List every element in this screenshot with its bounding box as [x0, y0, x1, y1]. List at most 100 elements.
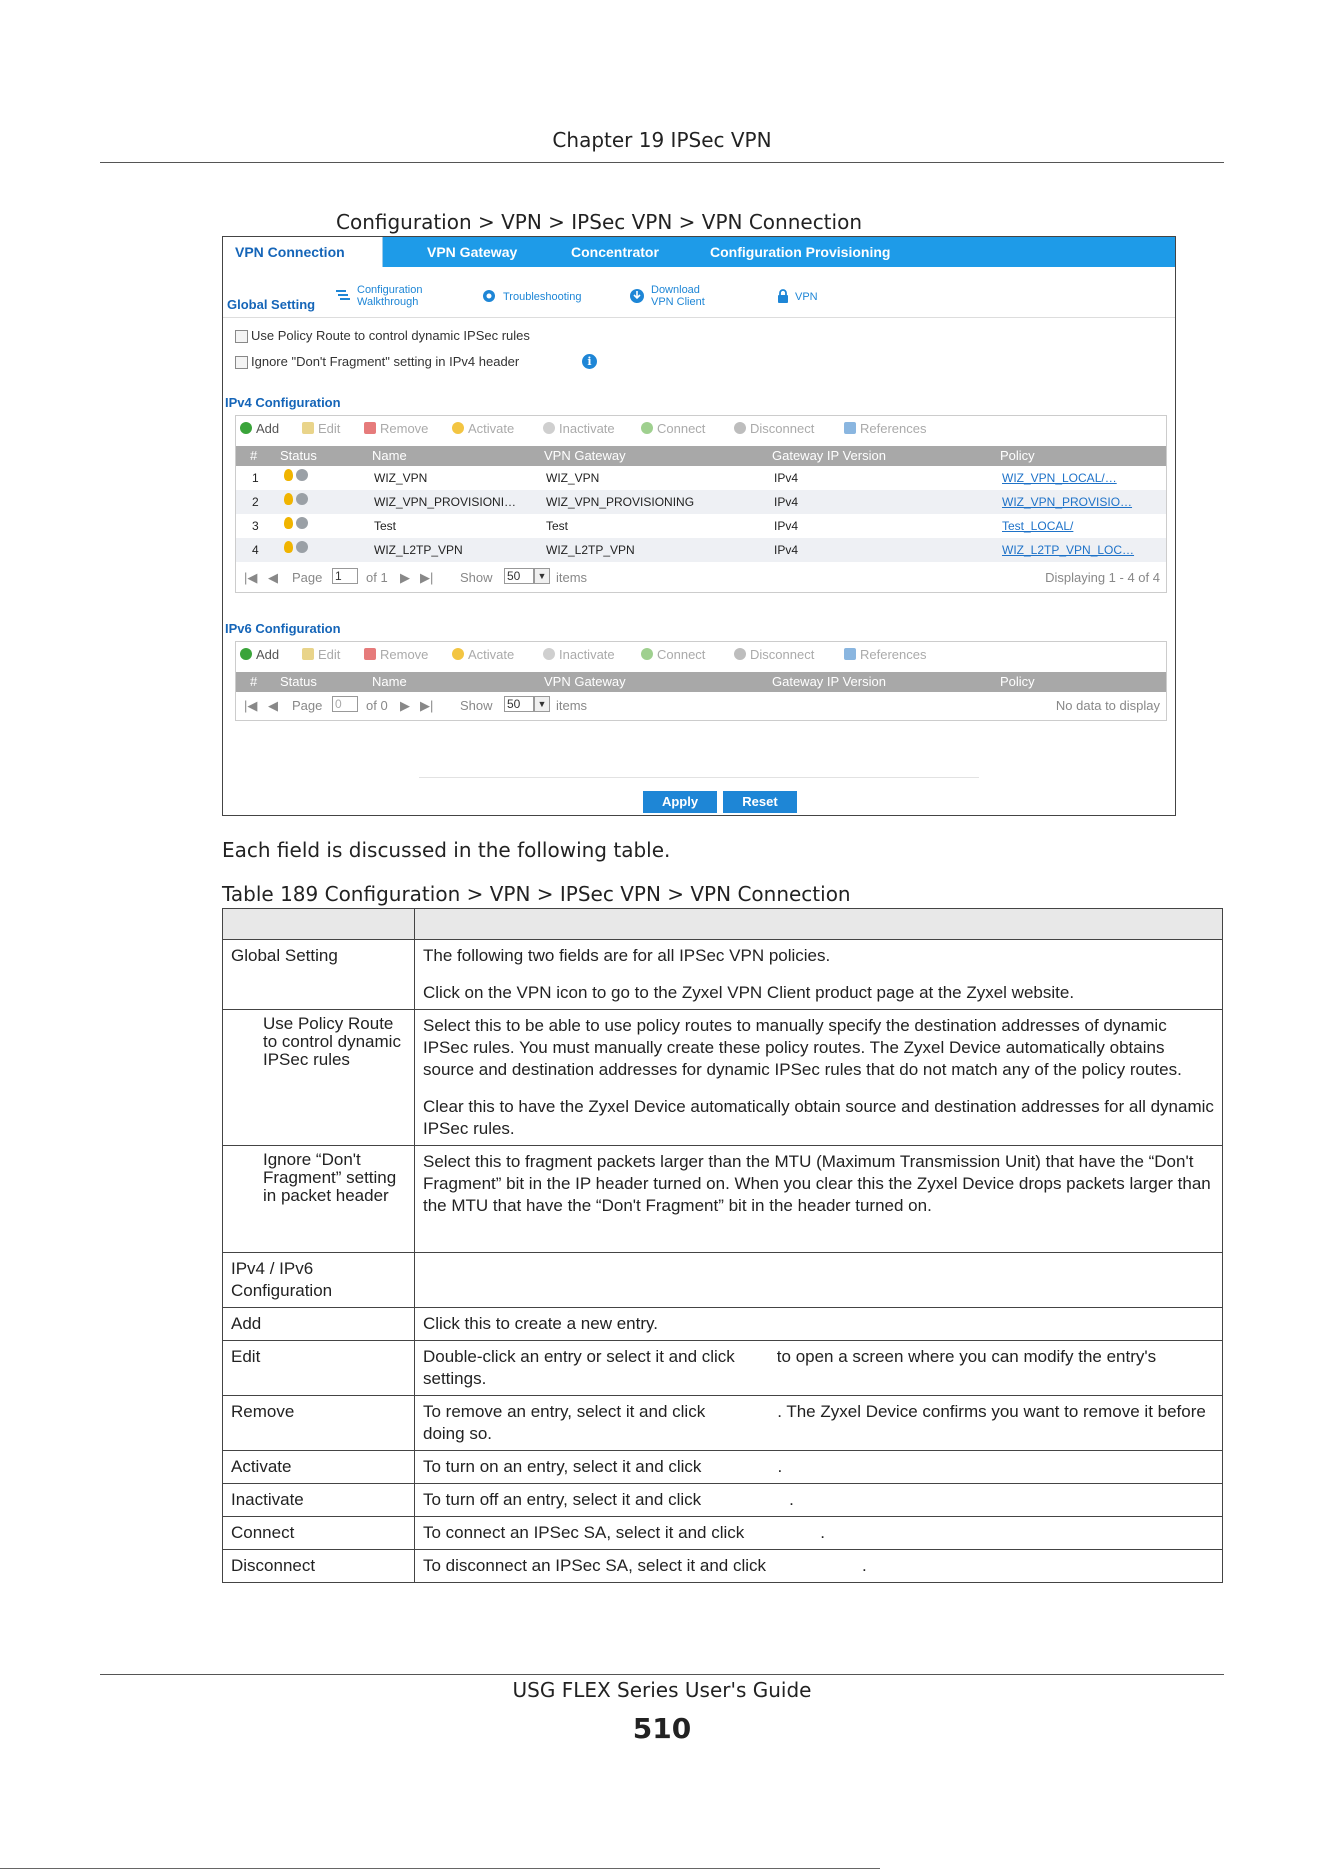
desc-part: .	[862, 1556, 867, 1575]
col-policy: Policy	[1000, 674, 1035, 689]
field-description: The following two fields are for all IPS…	[414, 939, 1223, 1010]
chevron-down-icon[interactable]: ▼	[534, 568, 550, 584]
row-policy-link[interactable]: WIZ_VPN_PROVISIO…	[1002, 495, 1132, 509]
bulb-icon	[284, 469, 293, 481]
references-label: References	[860, 421, 927, 436]
field-label: Add	[222, 1307, 415, 1341]
field-description: To disconnect an IPSec SA, select it and…	[414, 1549, 1223, 1583]
row-name: WIZ_L2TP_VPN	[374, 543, 463, 557]
table-row[interactable]: 2 WIZ_VPN_PROVISIONI… WIZ_VPN_PROVISIONI…	[236, 490, 1166, 514]
ipv6-disconnect-button[interactable]: Disconnect	[734, 647, 814, 662]
col-gateway: VPN Gateway	[544, 674, 626, 689]
show-label: Show	[460, 698, 493, 713]
last-page-icon[interactable]: ▶|	[420, 570, 433, 586]
first-page-icon[interactable]: |◀	[244, 570, 257, 586]
ipv4-inactivate-button[interactable]: Inactivate	[543, 421, 615, 436]
ipv4-activate-button[interactable]: Activate	[452, 421, 514, 436]
page-input[interactable]: 1	[332, 568, 358, 584]
table-row[interactable]: 3 Test Test IPv4 Test_LOCAL/	[236, 514, 1166, 538]
row-ip-version: IPv4	[774, 495, 799, 509]
vpn-link[interactable]: VPN	[795, 291, 818, 303]
activate-icon	[452, 648, 464, 660]
table-row[interactable]: 1 WIZ_VPN WIZ_VPN IPv4 WIZ_VPN_LOCAL/…	[236, 466, 1166, 490]
ipv6-activate-button[interactable]: Activate	[452, 647, 514, 662]
footer-rule	[100, 1674, 1224, 1675]
row-num: 3	[252, 519, 259, 533]
tab-concentrator[interactable]: Concentrator	[571, 237, 659, 267]
row-policy-link[interactable]: WIZ_L2TP_VPN_LOC…	[1002, 543, 1134, 557]
col-ip-version: Gateway IP Version	[772, 674, 886, 689]
dont-fragment-label: Ignore "Don't Fragment" setting in IPv4 …	[251, 354, 520, 369]
col-status: Status	[280, 674, 317, 689]
page-input[interactable]: 0	[332, 696, 358, 712]
add-label: Add	[256, 647, 280, 662]
ipv4-add-button[interactable]: Add	[240, 421, 279, 436]
ipv4-remove-button[interactable]: Remove	[364, 421, 428, 436]
last-page-icon[interactable]: ▶|	[420, 698, 433, 714]
ipv6-add-button[interactable]: Add	[240, 647, 279, 662]
per-page-select[interactable]: 50	[504, 568, 534, 584]
table-row: Ignore “Don't Fragment” setting in packe…	[222, 1145, 1223, 1253]
edit-icon	[302, 648, 314, 660]
policy-route-checkbox[interactable]	[235, 330, 248, 343]
row-policy-link[interactable]: WIZ_VPN_LOCAL/…	[1002, 471, 1117, 485]
apply-button[interactable]: Apply	[643, 791, 717, 813]
vpn-connection-screenshot: VPN Connection VPN Gateway Concentrator …	[222, 236, 1176, 816]
references-icon	[844, 422, 856, 434]
ipv6-connect-button[interactable]: Connect	[641, 647, 705, 662]
ipv6-edit-button[interactable]: Edit	[302, 647, 340, 662]
globe-icon	[296, 541, 308, 553]
field-label: Global Setting	[222, 939, 415, 1010]
chevron-down-icon[interactable]: ▼	[534, 696, 550, 712]
header-cell	[222, 908, 415, 940]
pager-status: No data to display	[1055, 698, 1160, 713]
edit-label: Edit	[318, 647, 341, 662]
global-setting-title: Global Setting	[227, 297, 316, 312]
disconnect-label: Disconnect	[750, 421, 815, 436]
ipv6-pager: |◀ ◀ Page 0 of 0 ▶ ▶| Show 50 ▼ items No…	[236, 692, 1166, 718]
ipv4-panel: Add Edit Remove Activate Inactivate Conn…	[235, 415, 1167, 593]
inactivate-label: Inactivate	[559, 647, 615, 662]
col-num: #	[250, 448, 258, 463]
next-page-icon[interactable]: ▶	[400, 698, 410, 714]
reset-button[interactable]: Reset	[723, 791, 797, 813]
ipv6-remove-button[interactable]: Remove	[364, 647, 428, 662]
ipv4-references-button[interactable]: References	[844, 421, 926, 436]
pager-status: Displaying 1 - 4 of 4	[1045, 570, 1160, 585]
table-row: Use Policy Route to control dynamic IPSe…	[222, 1009, 1223, 1146]
edit-icon	[302, 422, 314, 434]
desc-paragraph: Clear this to have the Zyxel Device auto…	[423, 1097, 1214, 1138]
tab-vpn-connection[interactable]: VPN Connection	[223, 237, 383, 267]
info-icon[interactable]: i	[582, 354, 597, 369]
bottom-edge-line	[0, 1868, 880, 1869]
remove-icon	[364, 422, 376, 434]
field-description-table: Global Setting The following two fields …	[222, 908, 1223, 1583]
per-page-select[interactable]: 50	[504, 696, 534, 712]
download-vpn-client-link[interactable]: Download VPN Client	[651, 284, 705, 308]
activate-label: Activate	[468, 647, 515, 662]
page-label: Page	[292, 570, 323, 585]
first-page-icon[interactable]: |◀	[244, 698, 257, 714]
prev-page-icon[interactable]: ◀	[268, 570, 278, 586]
divider	[223, 317, 1175, 318]
ipv6-inactivate-button[interactable]: Inactivate	[543, 647, 615, 662]
tab-vpn-gateway[interactable]: VPN Gateway	[427, 237, 517, 267]
row-policy-link[interactable]: Test_LOCAL/	[1002, 519, 1073, 533]
field-description: To connect an IPSec SA, select it and cl…	[414, 1516, 1223, 1550]
col-name: Name	[372, 448, 407, 463]
ipv4-disconnect-button[interactable]: Disconnect	[734, 421, 814, 436]
tab-configuration-provisioning[interactable]: Configuration Provisioning	[710, 237, 890, 267]
table-row[interactable]: 4 WIZ_L2TP_VPN WIZ_L2TP_VPN IPv4 WIZ_L2T…	[236, 538, 1166, 562]
dont-fragment-checkbox[interactable]	[235, 356, 248, 369]
footer-guide-title: USG FLEX Series User's Guide	[512, 1678, 812, 1702]
troubleshooting-link[interactable]: Troubleshooting	[503, 291, 581, 303]
ipv4-edit-button[interactable]: Edit	[302, 421, 340, 436]
ipv4-connect-button[interactable]: Connect	[641, 421, 705, 436]
col-name: Name	[372, 674, 407, 689]
ipv6-references-button[interactable]: References	[844, 647, 926, 662]
activate-icon	[452, 422, 464, 434]
walkthrough-link[interactable]: Configuration Walkthrough	[357, 284, 422, 308]
row-name: WIZ_VPN	[374, 471, 428, 485]
prev-page-icon[interactable]: ◀	[268, 698, 278, 714]
next-page-icon[interactable]: ▶	[400, 570, 410, 586]
